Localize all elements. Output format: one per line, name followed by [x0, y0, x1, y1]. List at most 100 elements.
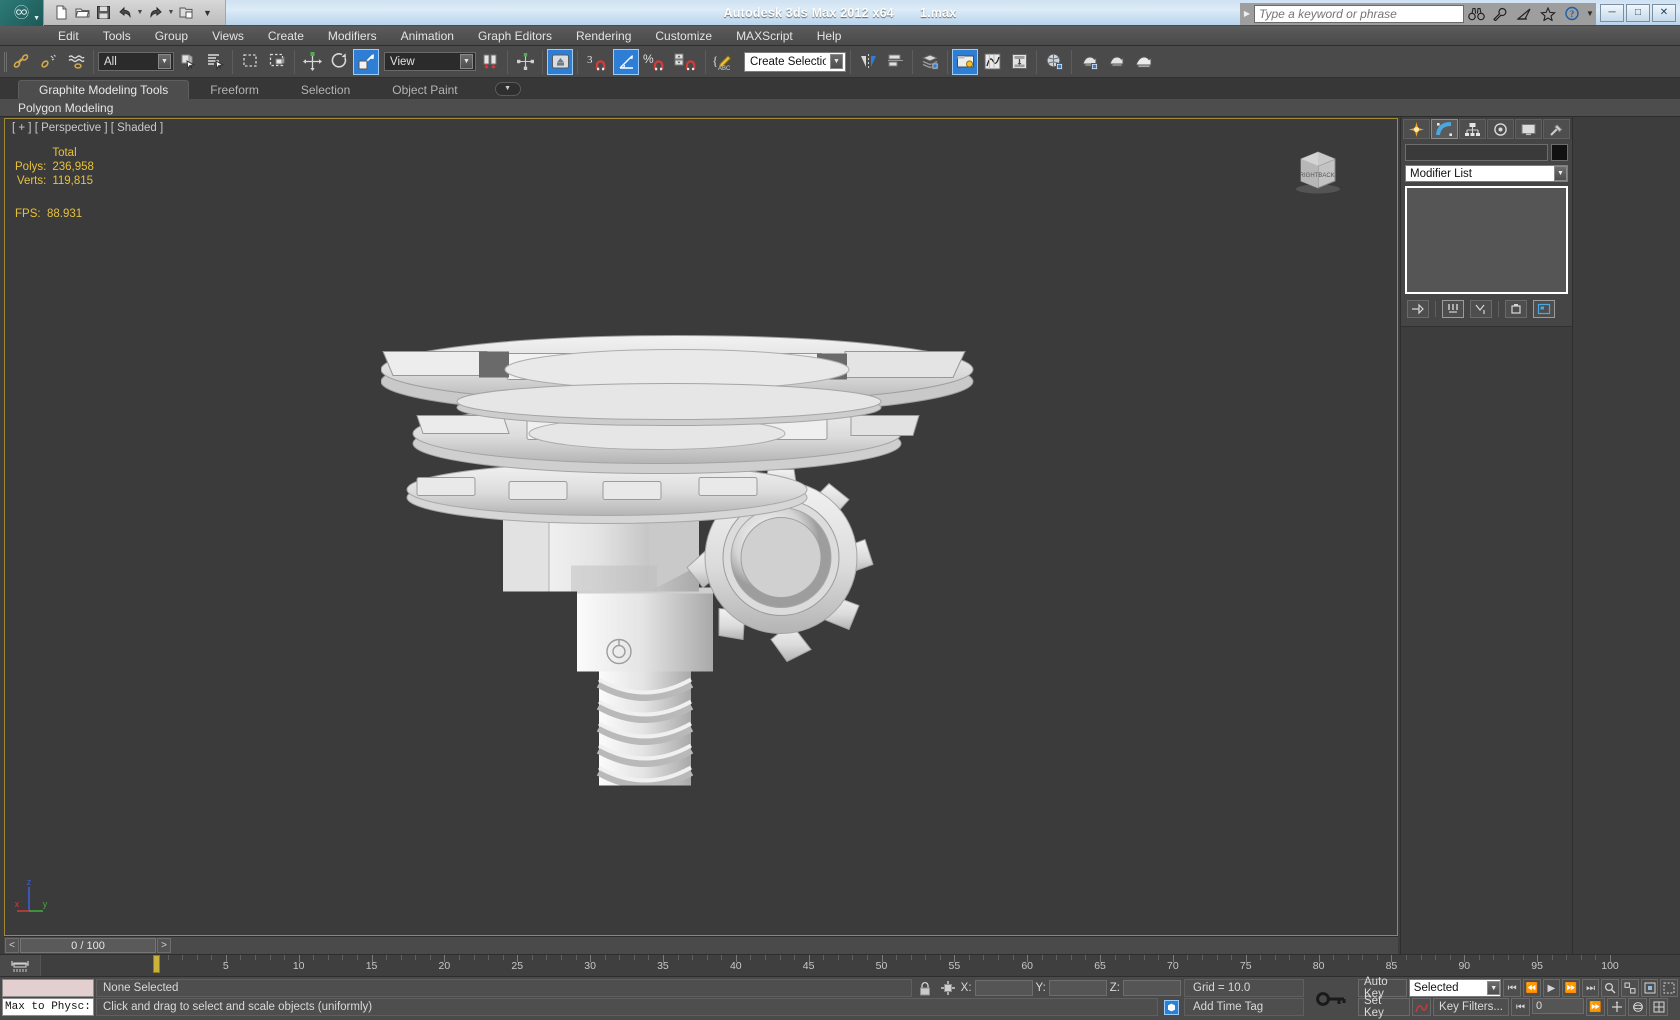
chevron-down-icon[interactable]: ▼ — [158, 54, 171, 69]
redo-icon[interactable] — [146, 3, 165, 22]
object-name-field[interactable] — [1405, 144, 1548, 161]
menu-graph-editors[interactable]: Graph Editors — [466, 26, 564, 46]
close-button[interactable]: ✕ — [1652, 3, 1676, 22]
set-key-button[interactable]: Set Key — [1358, 995, 1410, 1019]
infocenter-expand-icon[interactable]: ▶ — [1244, 9, 1250, 18]
minimize-button[interactable]: ─ — [1600, 3, 1624, 22]
key-filters-button[interactable]: Key Filters... — [1433, 998, 1509, 1016]
zoom-all-icon[interactable] — [1621, 979, 1639, 997]
shaded-mechanical-gear-assembly[interactable] — [380, 266, 1021, 789]
select-link-icon[interactable] — [9, 49, 35, 75]
menu-tools[interactable]: Tools — [91, 26, 143, 46]
menu-rendering[interactable]: Rendering — [564, 26, 643, 46]
y-coordinate-input[interactable] — [1048, 980, 1107, 996]
track-bar-playhead[interactable] — [153, 955, 160, 973]
render-setup-icon[interactable] — [1076, 49, 1102, 75]
next-frame-icon[interactable]: ⏩ — [1562, 979, 1580, 997]
modify-tab[interactable] — [1431, 119, 1458, 139]
unlink-selection-icon[interactable] — [36, 49, 62, 75]
maxscript-listener-input[interactable]: Max to Physc: — [2, 998, 94, 1016]
schematic-view-icon[interactable] — [1006, 49, 1032, 75]
menu-maxscript[interactable]: MAXScript — [724, 26, 805, 46]
render-production-icon[interactable] — [1130, 49, 1156, 75]
save-file-icon[interactable] — [94, 3, 113, 22]
viewport-label[interactable]: [ + ] [ Perspective ] [ Shaded ] — [12, 122, 163, 134]
percent-snap-toggle-icon[interactable]: % — [640, 49, 670, 75]
time-slider-next-button[interactable]: > — [157, 938, 171, 953]
perspective-viewport[interactable]: [ + ] [ Perspective ] [ Shaded ] Total P… — [4, 118, 1398, 936]
binoculars-icon[interactable] — [1464, 3, 1488, 25]
z-coordinate-input[interactable] — [1123, 980, 1181, 996]
new-file-icon[interactable] — [52, 3, 71, 22]
toolbar-grip[interactable] — [2, 49, 8, 75]
chevron-down-icon[interactable]: ▼ — [460, 54, 473, 69]
menu-create[interactable]: Create — [256, 26, 316, 46]
key-mode-icon[interactable]: ⏩ — [1586, 998, 1605, 1016]
help-dropdown-icon[interactable]: ▼ — [1584, 3, 1596, 25]
modifier-list-combo[interactable]: Modifier List ▼ — [1405, 165, 1568, 182]
open-file-icon[interactable] — [73, 3, 92, 22]
project-folder-icon[interactable] — [177, 3, 196, 22]
menu-modifiers[interactable]: Modifiers — [316, 26, 389, 46]
object-color-swatch[interactable] — [1551, 144, 1568, 161]
bind-to-space-warp-icon[interactable] — [63, 49, 89, 75]
menu-edit[interactable]: Edit — [46, 26, 91, 46]
help-icon[interactable]: ? — [1560, 3, 1584, 25]
create-tab[interactable] — [1403, 119, 1430, 139]
qat-overflow-icon[interactable]: ▼ — [198, 3, 217, 22]
current-frame-input[interactable] — [1532, 998, 1584, 1014]
selection-filter-combo[interactable]: All ▼ — [98, 52, 174, 71]
wrench-icon[interactable] — [1488, 3, 1512, 25]
menu-views[interactable]: Views — [200, 26, 256, 46]
ribbon-overflow-icon[interactable]: ▼ — [494, 81, 521, 96]
open-mini-curve-editor-icon[interactable] — [0, 955, 40, 976]
key-mode-toggle-icon[interactable] — [1306, 977, 1356, 1020]
use-pivot-point-center-icon[interactable] — [477, 49, 503, 75]
use-selection-center-icon[interactable] — [512, 49, 538, 75]
render-frame-window-icon[interactable] — [1103, 49, 1129, 75]
key-filters-curve-icon[interactable] — [1412, 998, 1431, 1016]
pan-view-icon[interactable] — [1607, 998, 1626, 1016]
goto-end-icon[interactable]: ⏭ — [1581, 979, 1600, 997]
rectangular-selection-region-icon[interactable] — [237, 49, 263, 75]
hierarchy-tab[interactable] — [1459, 119, 1486, 139]
make-unique-icon[interactable] — [1470, 300, 1492, 318]
previous-frame-icon[interactable]: ⏪ — [1522, 979, 1541, 997]
undo-dropdown-icon[interactable]: ▼ — [136, 9, 144, 16]
satellite-dish-icon[interactable] — [1512, 3, 1536, 25]
curve-editor-icon[interactable] — [979, 49, 1005, 75]
zoom-icon[interactable] — [1601, 979, 1620, 997]
maximize-button[interactable]: □ — [1626, 3, 1650, 22]
select-and-uniform-scale-icon[interactable] — [353, 48, 379, 75]
absolute-relative-transform-icon[interactable] — [938, 979, 958, 997]
angle-snap-toggle-icon[interactable] — [613, 48, 639, 75]
x-coordinate-input[interactable] — [974, 980, 1033, 996]
snaps-toggle-icon[interactable]: 3 — [582, 49, 612, 75]
maxscript-listener-output[interactable] — [2, 979, 94, 997]
spinner-snap-toggle-icon[interactable] — [671, 49, 701, 75]
display-tab[interactable] — [1515, 119, 1542, 139]
select-by-name-icon[interactable] — [202, 49, 228, 75]
goto-start-frame-icon[interactable]: ⏮ — [1511, 998, 1530, 1016]
menu-customize[interactable]: Customize — [643, 26, 724, 46]
goto-start-icon[interactable]: ⏮ — [1503, 979, 1521, 997]
named-selection-set-combo[interactable]: Create Selection Se ▼ — [744, 51, 846, 72]
pin-stack-icon[interactable] — [1407, 300, 1429, 318]
adaptive-degradation-icon[interactable] — [1161, 998, 1181, 1016]
tab-selection[interactable]: Selection — [280, 80, 371, 99]
track-bar-ruler[interactable]: 5 10 15 20 25 30 35 40 45 50 55 60 65 70 75 80 85 90 95 100 — [40, 955, 1680, 976]
search-input[interactable] — [1254, 4, 1464, 23]
zoom-extents-icon[interactable] — [1640, 979, 1659, 997]
layer-manager-icon[interactable] — [917, 49, 943, 75]
application-menu-button[interactable]: ♾ ▼ — [0, 0, 44, 26]
tab-graphite-modeling-tools[interactable]: Graphite Modeling Tools — [18, 80, 190, 99]
maximize-viewport-toggle-icon[interactable] — [1649, 998, 1668, 1016]
chevron-down-icon[interactable]: ▼ — [830, 54, 843, 69]
chevron-down-icon[interactable]: ▼ — [1487, 981, 1501, 995]
redo-dropdown-icon[interactable]: ▼ — [167, 9, 175, 16]
tab-freeform[interactable]: Freeform — [189, 80, 280, 99]
motion-tab[interactable] — [1487, 119, 1514, 139]
view-cube[interactable]: RIGHT BACK — [1283, 143, 1353, 195]
select-object-icon[interactable] — [175, 49, 201, 75]
select-and-rotate-icon[interactable] — [326, 49, 352, 75]
